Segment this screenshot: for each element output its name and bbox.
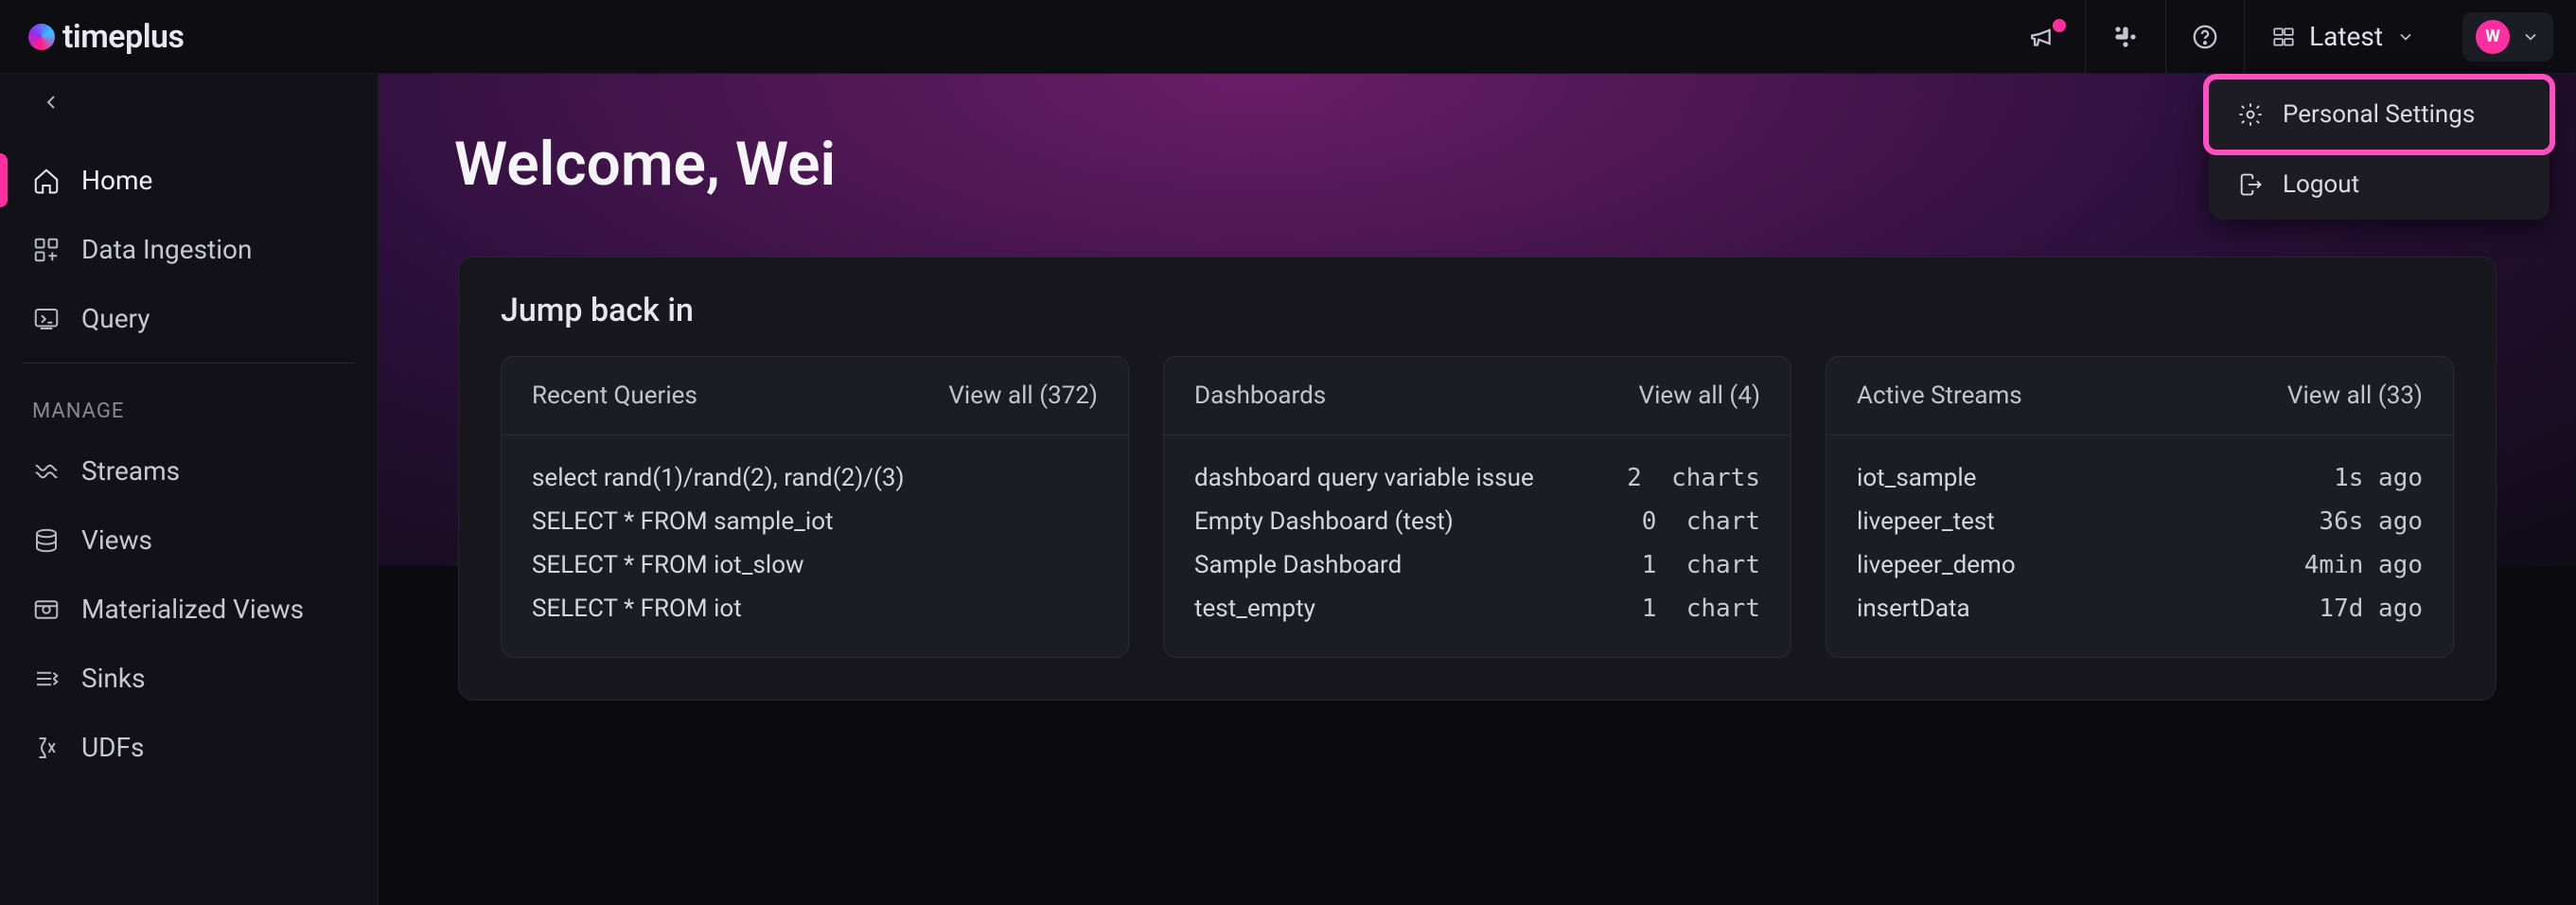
sidebar-item-views[interactable]: Views bbox=[0, 506, 378, 575]
materialized-views-icon bbox=[32, 595, 61, 624]
help-button[interactable] bbox=[2165, 0, 2244, 74]
user-dropdown: Personal Settings Logout bbox=[2209, 80, 2550, 220]
workspace-icon bbox=[2271, 25, 2296, 49]
menu-label: Personal Settings bbox=[2283, 100, 2475, 129]
brand[interactable]: timeplus bbox=[28, 18, 185, 56]
view-all-recent-queries[interactable]: View all (372) bbox=[948, 382, 1098, 410]
card-recent-queries: Recent Queries View all (372) select ran… bbox=[501, 356, 1129, 658]
sidebar-item-label: Sinks bbox=[81, 663, 146, 694]
sidebar: Home Data Ingestion Query MANAGE S bbox=[0, 74, 379, 905]
workspace-label: Latest bbox=[2309, 21, 2383, 52]
logout-icon bbox=[2237, 171, 2264, 198]
menu-label: Logout bbox=[2283, 170, 2359, 199]
list-item[interactable]: iot_sample 1s ago bbox=[1857, 456, 2423, 500]
streams-icon bbox=[32, 457, 61, 486]
list-item[interactable]: livepeer_demo 4min ago bbox=[1857, 543, 2423, 587]
announcements-button[interactable] bbox=[2003, 0, 2085, 74]
view-all-streams[interactable]: View all (33) bbox=[2287, 382, 2423, 410]
sidebar-item-data-ingestion[interactable]: Data Ingestion bbox=[0, 215, 378, 284]
menu-item-personal-settings[interactable]: Personal Settings bbox=[2203, 74, 2555, 155]
help-icon bbox=[2191, 23, 2219, 51]
query-icon bbox=[32, 305, 61, 333]
card-title: Recent Queries bbox=[532, 382, 697, 410]
list-item[interactable]: Sample Dashboard 1 chart bbox=[1194, 543, 1760, 587]
sinks-icon bbox=[32, 665, 61, 693]
user-menu-button[interactable]: W bbox=[2462, 12, 2553, 62]
list-item[interactable]: SELECT * FROM sample_iot bbox=[532, 500, 1098, 543]
avatar: W bbox=[2476, 20, 2510, 54]
slack-button[interactable] bbox=[2085, 0, 2165, 74]
list-item[interactable]: select rand(1)/rand(2), rand(2)/(3) bbox=[532, 456, 1098, 500]
list-item[interactable]: SELECT * FROM iot_slow bbox=[532, 543, 1098, 587]
views-icon bbox=[32, 526, 61, 555]
page-title: Welcome, Wei bbox=[454, 129, 2500, 200]
list-item[interactable]: Empty Dashboard (test) 0 chart bbox=[1194, 500, 1760, 543]
list-item[interactable]: livepeer_test 36s ago bbox=[1857, 500, 2423, 543]
card-title: Active Streams bbox=[1857, 382, 2022, 410]
slack-icon bbox=[2110, 22, 2141, 52]
list-item[interactable]: test_empty 1 chart bbox=[1194, 587, 1760, 630]
view-all-dashboards[interactable]: View all (4) bbox=[1639, 382, 1760, 410]
sidebar-item-label: Views bbox=[81, 524, 152, 556]
list-item[interactable]: insertData 17d ago bbox=[1857, 587, 2423, 630]
udfs-icon bbox=[32, 734, 61, 762]
card-dashboards: Dashboards View all (4) dashboard query … bbox=[1163, 356, 1791, 658]
brand-logo-icon bbox=[28, 24, 55, 50]
chevron-down-icon bbox=[2521, 27, 2540, 46]
topbar-right: Latest W bbox=[2003, 0, 2553, 74]
home-icon bbox=[32, 167, 61, 195]
sidebar-item-materialized-views[interactable]: Materialized Views bbox=[0, 575, 378, 644]
sidebar-item-home[interactable]: Home bbox=[0, 146, 378, 215]
topbar: timeplus Latest bbox=[0, 0, 2576, 74]
sidebar-item-label: Streams bbox=[81, 455, 180, 487]
megaphone-icon bbox=[2028, 21, 2060, 53]
sidebar-item-streams[interactable]: Streams bbox=[0, 436, 378, 506]
sidebar-item-label: Data Ingestion bbox=[81, 234, 252, 265]
sidebar-item-label: Home bbox=[81, 165, 152, 196]
brand-name: timeplus bbox=[62, 18, 185, 56]
sidebar-section-manage: MANAGE bbox=[0, 373, 378, 436]
sidebar-item-sinks[interactable]: Sinks bbox=[0, 644, 378, 713]
sidebar-item-label: UDFs bbox=[81, 732, 144, 763]
sidebar-item-label: Materialized Views bbox=[81, 594, 304, 625]
divider bbox=[23, 363, 355, 364]
ingestion-icon bbox=[32, 236, 61, 264]
chevron-down-icon bbox=[2396, 27, 2415, 46]
menu-item-logout[interactable]: Logout bbox=[2209, 150, 2550, 220]
sidebar-item-label: Query bbox=[81, 303, 150, 334]
collapse-sidebar-button[interactable] bbox=[40, 91, 62, 114]
jump-back-in-panel: Jump back in Recent Queries View all (37… bbox=[458, 257, 2497, 701]
sidebar-item-udfs[interactable]: UDFs bbox=[0, 713, 378, 782]
avatar-initial: W bbox=[2485, 27, 2500, 46]
list-item[interactable]: SELECT * FROM iot bbox=[532, 587, 1098, 630]
panel-title: Jump back in bbox=[501, 292, 2454, 329]
workspace-switcher[interactable]: Latest bbox=[2244, 0, 2442, 74]
gear-icon bbox=[2237, 101, 2264, 128]
card-title: Dashboards bbox=[1194, 382, 1326, 410]
list-item[interactable]: dashboard query variable issue 2 charts bbox=[1194, 456, 1760, 500]
card-active-streams: Active Streams View all (33) iot_sample … bbox=[1826, 356, 2454, 658]
sidebar-item-query[interactable]: Query bbox=[0, 284, 378, 353]
